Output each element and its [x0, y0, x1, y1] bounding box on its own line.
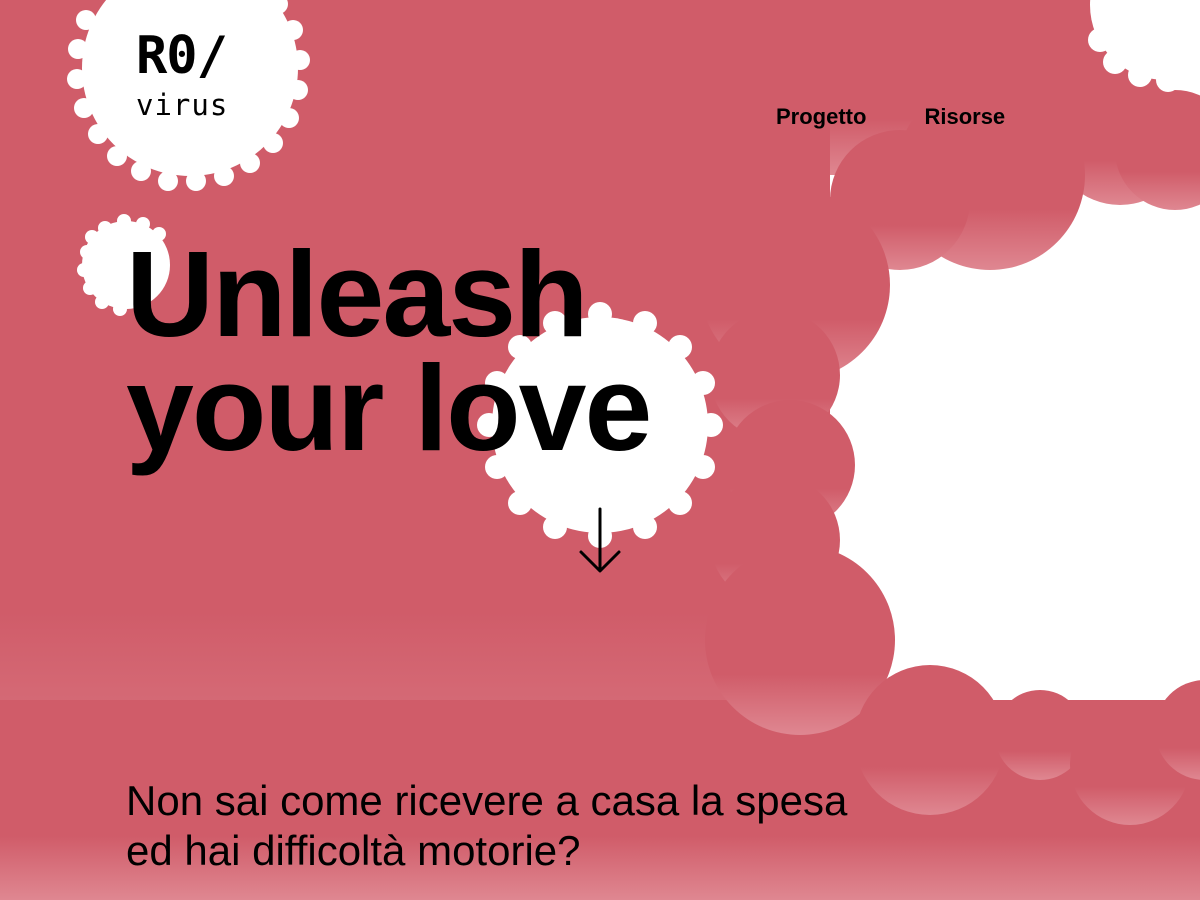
- logo-subtitle: virus: [136, 88, 229, 122]
- nav-link-progetto[interactable]: Progetto: [776, 102, 866, 132]
- arrow-down-icon[interactable]: [577, 506, 623, 576]
- logo[interactable]: R0/ virus: [136, 26, 276, 126]
- intro-question-line-2: ed hai difficoltà motorie?: [126, 827, 581, 874]
- intro-question: Non sai come ricevere a casa la spesa ed…: [126, 776, 847, 876]
- intro-question-line-1: Non sai come ricevere a casa la spesa: [126, 777, 848, 824]
- page: R0/ virus Progetto Risorse Unleash your …: [0, 0, 1200, 900]
- nav-link-risorse[interactable]: Risorse: [924, 102, 1005, 132]
- hero-title-line-1: Unleash: [126, 226, 589, 362]
- logo-mark: R0/: [136, 26, 228, 86]
- hero-title: Unleash your love: [126, 226, 652, 476]
- hero-title-line-2: your love: [126, 340, 652, 476]
- main-nav: Progetto Risorse: [776, 102, 1005, 132]
